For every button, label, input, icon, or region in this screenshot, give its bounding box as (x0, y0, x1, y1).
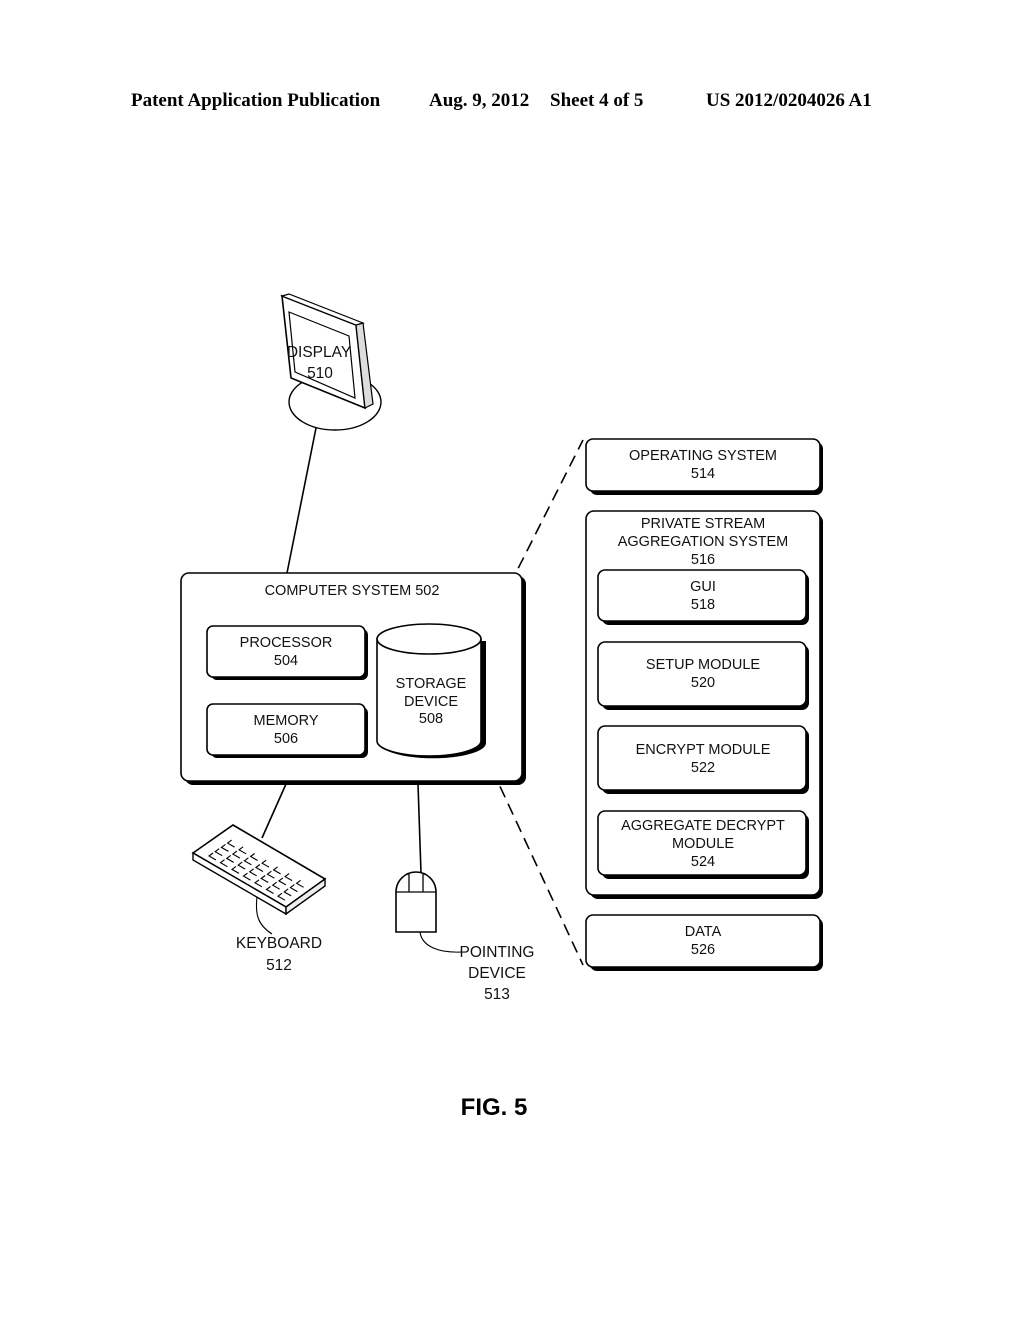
aggregate-decrypt-ref: 524 (691, 854, 715, 870)
setup-module-label: SETUP MODULE (646, 657, 760, 673)
encrypt-module-ref: 522 (691, 760, 715, 776)
pointing-device-ref: 513 (484, 986, 510, 1003)
keyboard-icon (191, 824, 327, 916)
pointing-device-leader-line (419, 931, 462, 953)
psa-system-label-line2: AGGREGATION SYSTEM (618, 534, 789, 550)
operating-system-ref: 514 (691, 466, 715, 482)
pointing-device-label-line2: DEVICE (468, 965, 526, 982)
operating-system-label: OPERATING SYSTEM (629, 448, 777, 464)
encrypt-module-label: ENCRYPT MODULE (636, 742, 771, 758)
pointing-device-connector (417, 783, 422, 874)
data-label: DATA (685, 924, 722, 940)
gui-label: GUI (690, 579, 716, 595)
pointing-device-label-line1: POINTING (460, 944, 535, 961)
aggregate-decrypt-label-line1: AGGREGATE DECRYPT (621, 818, 785, 834)
keyboard-connector (261, 783, 287, 839)
storage-label-line2: DEVICE (404, 694, 458, 710)
memory-label: MEMORY (254, 713, 319, 729)
display-icon (280, 293, 382, 431)
computer-system-label: COMPUTER SYSTEM 502 (265, 583, 440, 599)
pointing-device-icon (395, 871, 437, 933)
storage-label-line1: STORAGE (396, 676, 467, 692)
memory-ref: 506 (274, 731, 298, 747)
figure-label: FIG. 5 (461, 1094, 528, 1121)
display-ref: 510 (307, 365, 333, 382)
system-diagram: DISPLAY 510 COMPUTER SYSTEM 502 PROCESSO… (180, 293, 823, 1121)
processor-ref: 504 (274, 653, 298, 669)
processor-label: PROCESSOR (240, 635, 333, 651)
data-ref: 526 (691, 942, 715, 958)
keyboard-label: KEYBOARD (236, 935, 322, 952)
storage-ref: 508 (419, 711, 443, 727)
display-label: DISPLAY (287, 344, 351, 361)
gui-ref: 518 (691, 597, 715, 613)
psa-system-ref: 516 (691, 552, 715, 568)
aggregate-decrypt-label-line2: MODULE (672, 836, 734, 852)
display-connector (286, 427, 317, 574)
setup-module-ref: 520 (691, 675, 715, 691)
psa-system-label-line1: PRIVATE STREAM (641, 516, 765, 532)
keyboard-ref: 512 (266, 957, 292, 974)
